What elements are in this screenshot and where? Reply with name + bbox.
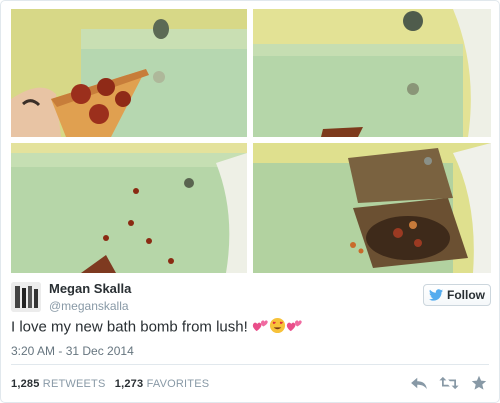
divider	[11, 364, 489, 365]
follow-label: Follow	[447, 288, 485, 302]
tweet-actions	[409, 374, 489, 392]
tweet-timestamp[interactable]: 3:20 AM - 31 Dec 2014	[11, 344, 134, 358]
author-handle[interactable]: @meganskalla	[49, 299, 129, 313]
avatar-image	[11, 282, 41, 312]
photo-pizza-in-water[interactable]	[253, 9, 491, 137]
author-name[interactable]: Megan Skalla	[49, 281, 131, 296]
tweet-stats: 1,285 RETWEETS 1,273 FAVORITES	[11, 378, 215, 390]
favorite-button[interactable]	[469, 374, 489, 392]
photo-pizza-hand[interactable]	[11, 9, 247, 137]
photo-grid	[11, 9, 491, 273]
follow-button[interactable]: Follow	[423, 284, 491, 306]
retweets-stat[interactable]: 1,285 RETWEETS	[11, 378, 106, 390]
favorites-count: 1,273	[114, 378, 144, 390]
two-hearts-emoji	[286, 318, 303, 337]
two-hearts-emoji	[252, 318, 269, 337]
embedded-tweet-card: Megan Skalla @meganskalla Follow I love …	[0, 0, 500, 403]
retweets-count: 1,285	[11, 378, 40, 390]
photo-pepperoni-floating[interactable]	[11, 143, 247, 273]
author-avatar[interactable]	[11, 282, 41, 312]
retweet-icon	[439, 376, 459, 390]
reply-icon	[411, 377, 427, 390]
tweet-author: Megan Skalla @meganskalla Follow	[11, 281, 491, 317]
heart-eyes-face-emoji	[269, 317, 286, 338]
pepperoni-floating-image	[11, 143, 247, 273]
retweet-button[interactable]	[439, 374, 459, 392]
pizza-in-water-image	[253, 9, 491, 137]
favorites-label: FAVORITES	[146, 378, 210, 390]
twitter-bird-icon	[429, 289, 443, 301]
tweet-text: I love my new bath bomb from lush!	[11, 317, 303, 338]
star-icon	[471, 375, 487, 390]
favorites-stat[interactable]: 1,273 FAVORITES	[115, 378, 210, 390]
photo-pizza-box[interactable]	[253, 143, 491, 273]
pizza-box-image	[253, 143, 491, 273]
retweets-label: RETWEETS	[42, 378, 106, 390]
reply-button[interactable]	[409, 374, 429, 392]
pizza-hand-image	[11, 9, 247, 137]
tweet-body: I love my new bath bomb from lush!	[11, 318, 248, 336]
